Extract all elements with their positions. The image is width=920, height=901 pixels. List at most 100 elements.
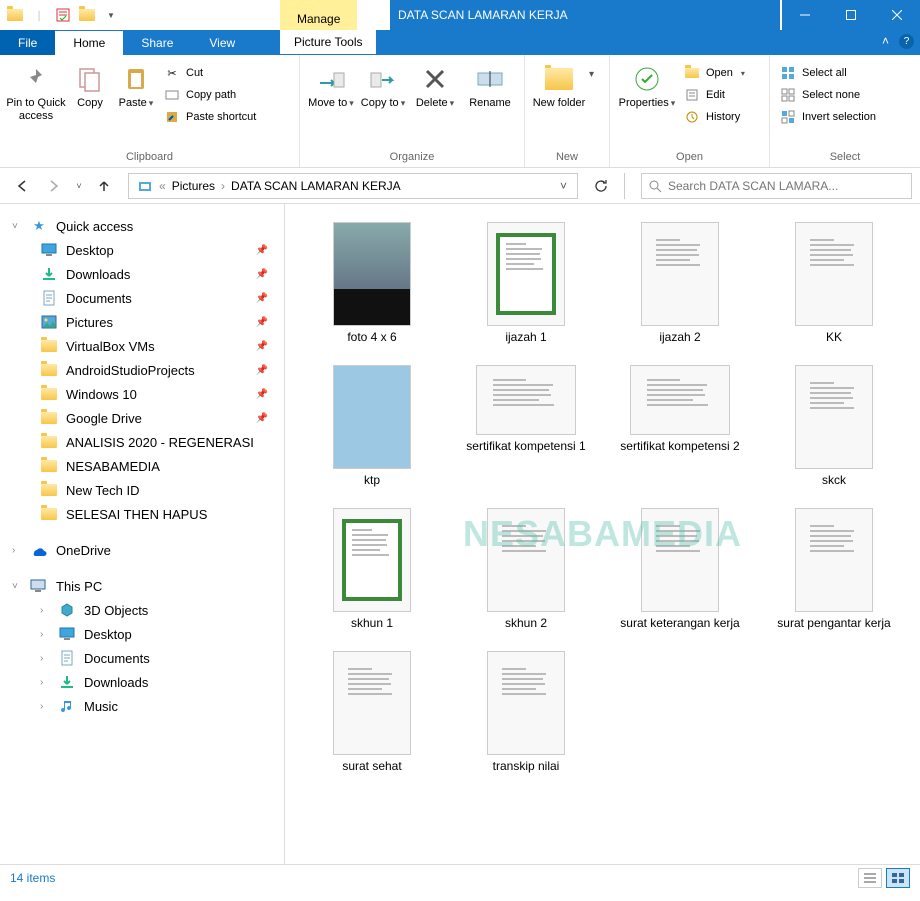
close-button[interactable] (874, 0, 920, 30)
copy-button[interactable]: Copy (68, 59, 112, 110)
sidebar-item-label: NESABAMEDIA (66, 459, 160, 474)
file-name: KK (826, 330, 842, 345)
copy-path-button[interactable]: Copy path (160, 85, 260, 105)
folder-icon (40, 385, 58, 403)
sidebar-item-documents[interactable]: ›Documents (0, 646, 284, 670)
sidebar-item-androidstudioprojects[interactable]: AndroidStudioProjects📌 (0, 358, 284, 382)
properties-button[interactable]: Properties (616, 59, 678, 110)
sidebar-item-virtualbox-vms[interactable]: VirtualBox VMs📌 (0, 334, 284, 358)
sidebar-item-label: Pictures (66, 315, 113, 330)
navigation-pane[interactable]: ˅ ★ Quick access Desktop📌Downloads📌Docum… (0, 204, 285, 864)
file-item[interactable]: surat keterangan kerja (605, 508, 755, 631)
copy-to-button[interactable]: Copy to (358, 59, 408, 110)
file-item[interactable]: skhun 1 (297, 508, 447, 631)
help-icon[interactable]: ? (899, 34, 914, 49)
file-item[interactable]: ijazah 2 (605, 222, 755, 345)
select-none-button[interactable]: Select none (776, 85, 880, 105)
thumbnails-view-button[interactable] (886, 868, 910, 888)
new-item-dropdown[interactable]: ▾ (589, 69, 594, 80)
qat-dropdown-icon[interactable]: ▼ (100, 4, 122, 26)
paste-button[interactable]: Paste (114, 59, 158, 110)
qat-separator: | (28, 4, 50, 26)
breadcrumb-root-icon[interactable] (133, 179, 157, 193)
sidebar-item-music[interactable]: ›Music (0, 694, 284, 718)
sidebar-item-new-tech-id[interactable]: New Tech ID (0, 478, 284, 502)
file-item[interactable]: transkip nilai (451, 651, 601, 774)
pin-icon: 📌 (256, 245, 268, 256)
sidebar-item-label: Music (84, 699, 118, 714)
file-item[interactable]: sertifikat kompetensi 1 (451, 365, 601, 488)
sidebar-item-selesai-then-hapus[interactable]: SELESAI THEN HAPUS (0, 502, 284, 526)
maximize-button[interactable] (828, 0, 874, 30)
quick-access-header[interactable]: ˅ ★ Quick access (0, 214, 284, 238)
qat-new-folder-icon[interactable] (76, 4, 98, 26)
minimize-button[interactable] (782, 0, 828, 30)
details-view-button[interactable] (858, 868, 882, 888)
ribbon: Pin to Quick access Copy Paste ✂Cut Copy… (0, 55, 920, 168)
file-item[interactable]: ijazah 1 (451, 222, 601, 345)
recent-dropdown[interactable]: ˅ (72, 172, 86, 200)
this-pc-header[interactable]: ˅ This PC (0, 574, 284, 598)
back-button[interactable] (8, 172, 36, 200)
file-name: transkip nilai (493, 759, 560, 774)
sidebar-item-desktop[interactable]: Desktop📌 (0, 238, 284, 262)
organize-group-label: Organize (306, 149, 518, 165)
up-button[interactable] (90, 172, 118, 200)
delete-button[interactable]: Delete (410, 59, 460, 110)
file-item[interactable]: skck (759, 365, 909, 488)
home-tab[interactable]: Home (55, 31, 123, 55)
paste-shortcut-button[interactable]: Paste shortcut (160, 107, 260, 127)
clipboard-group-label: Clipboard (6, 149, 293, 165)
sidebar-item-downloads[interactable]: ›Downloads (0, 670, 284, 694)
ribbon-collapse-icon[interactable]: ˄ (882, 34, 889, 49)
search-box[interactable] (641, 173, 912, 199)
file-thumbnail (333, 365, 411, 469)
file-item[interactable]: surat sehat (297, 651, 447, 774)
cut-button[interactable]: ✂Cut (160, 63, 260, 83)
download-icon (40, 265, 58, 283)
pin-quick-access-button[interactable]: Pin to Quick access (6, 59, 66, 123)
folder-icon (40, 433, 58, 451)
file-tab[interactable]: File (0, 30, 55, 55)
select-all-button[interactable]: Select all (776, 63, 880, 83)
file-item[interactable]: KK (759, 222, 909, 345)
sidebar-item-nesabamedia[interactable]: NESABAMEDIA (0, 454, 284, 478)
folder-icon (40, 457, 58, 475)
onedrive-header[interactable]: › OneDrive (0, 538, 284, 562)
breadcrumb-pictures[interactable]: Pictures (168, 179, 219, 193)
move-to-button[interactable]: Move to (306, 59, 356, 110)
rename-button[interactable]: Rename (462, 59, 518, 110)
properties-icon[interactable] (52, 4, 74, 26)
share-tab[interactable]: Share (123, 31, 191, 55)
file-item[interactable]: foto 4 x 6 (297, 222, 447, 345)
folder-icon (40, 337, 58, 355)
sidebar-item-analisis-2020---regenerasi[interactable]: ANALISIS 2020 - REGENERASI (0, 430, 284, 454)
new-folder-button[interactable]: New folder (531, 59, 587, 110)
pin-icon: 📌 (256, 389, 268, 400)
breadcrumb-current[interactable]: DATA SCAN LAMARAN KERJA (227, 179, 405, 193)
forward-button[interactable] (40, 172, 68, 200)
open-group-label: Open (616, 149, 763, 165)
sidebar-item-pictures[interactable]: Pictures📌 (0, 310, 284, 334)
sidebar-item-google-drive[interactable]: Google Drive📌 (0, 406, 284, 430)
file-item[interactable]: surat pengantar kerja (759, 508, 909, 631)
sidebar-item-downloads[interactable]: Downloads📌 (0, 262, 284, 286)
breadcrumb[interactable]: « Pictures › DATA SCAN LAMARAN KERJA ˅ (128, 173, 578, 199)
refresh-button[interactable] (586, 173, 616, 199)
open-button[interactable]: Open▾ (680, 63, 749, 83)
file-item[interactable]: ktp (297, 365, 447, 488)
picture-tools-tab[interactable]: Picture Tools (280, 30, 376, 54)
invert-selection-button[interactable]: Invert selection (776, 107, 880, 127)
edit-button[interactable]: Edit (680, 85, 749, 105)
files-view[interactable]: foto 4 x 6ijazah 1ijazah 2KKktpsertifika… (285, 204, 920, 864)
sidebar-item-documents[interactable]: Documents📌 (0, 286, 284, 310)
sidebar-item-desktop[interactable]: ›Desktop (0, 622, 284, 646)
history-button[interactable]: History (680, 107, 749, 127)
sidebar-item-3d-objects[interactable]: ›3D Objects (0, 598, 284, 622)
sidebar-item-windows-10[interactable]: Windows 10📌 (0, 382, 284, 406)
view-tab[interactable]: View (191, 31, 253, 55)
file-item[interactable]: skhun 2 (451, 508, 601, 631)
search-input[interactable] (668, 179, 905, 193)
file-item[interactable]: sertifikat kompetensi 2 (605, 365, 755, 488)
breadcrumb-dropdown[interactable]: ˅ (554, 179, 573, 193)
